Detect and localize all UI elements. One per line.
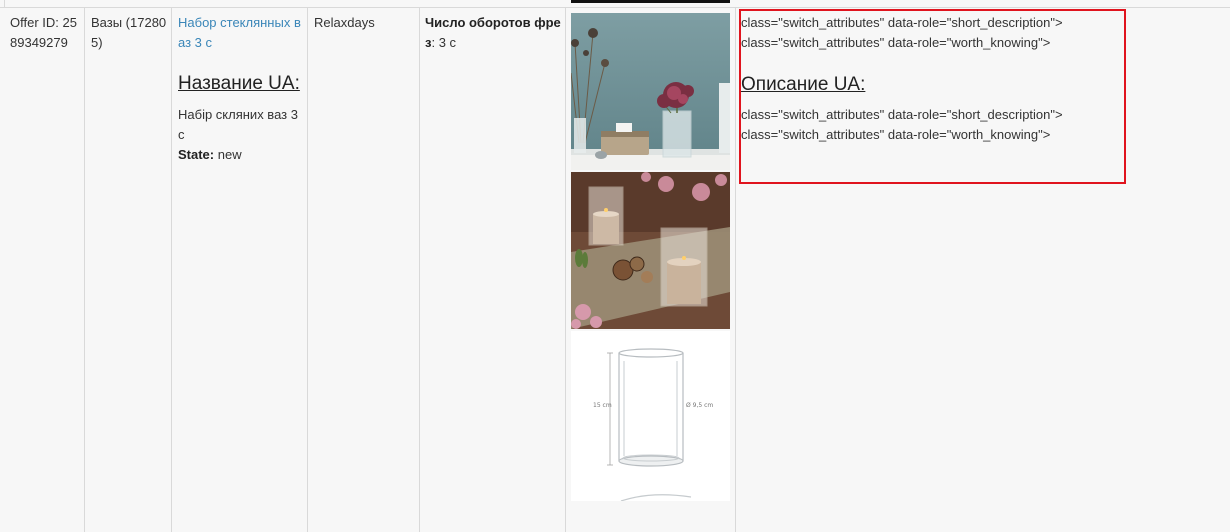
product-image-2[interactable]: [571, 172, 730, 329]
offers-table: Offer ID: 2589349279 Вазы (172805) Набор…: [0, 0, 1230, 532]
dim-height-label: 15 cm: [593, 402, 612, 409]
product-link[interactable]: Набор стеклянных ваз 3 с: [178, 13, 304, 53]
name-ua-value: Набір скляних ваз 3 с: [178, 107, 298, 142]
offer-id-text: Offer ID: 2589349279: [10, 15, 77, 50]
highlight-box: [739, 9, 1126, 184]
state-value: new: [217, 147, 242, 162]
cell-attributes: [420, 8, 566, 532]
state-line: State: new: [178, 145, 304, 165]
name-ua-heading: Название UA:: [178, 73, 300, 94]
state-label: State:: [178, 147, 215, 162]
dim-diameter-label: Ø 9,5 cm: [686, 402, 713, 409]
brand-text: Relaxdays: [314, 15, 375, 30]
image-top-bar: [571, 0, 730, 3]
product-image-1[interactable]: [571, 13, 730, 170]
cell-brand: [308, 8, 420, 532]
attribute-line: Число оборотов фрез: 3 с: [425, 13, 561, 53]
product-image-3[interactable]: 15 cm Ø 9,5 cm: [571, 331, 730, 501]
attribute-value: : 3 с: [431, 35, 457, 50]
cell-offer-id: [4, 8, 85, 532]
cell-category: [85, 8, 172, 532]
category-text: Вазы (172805): [91, 15, 167, 50]
